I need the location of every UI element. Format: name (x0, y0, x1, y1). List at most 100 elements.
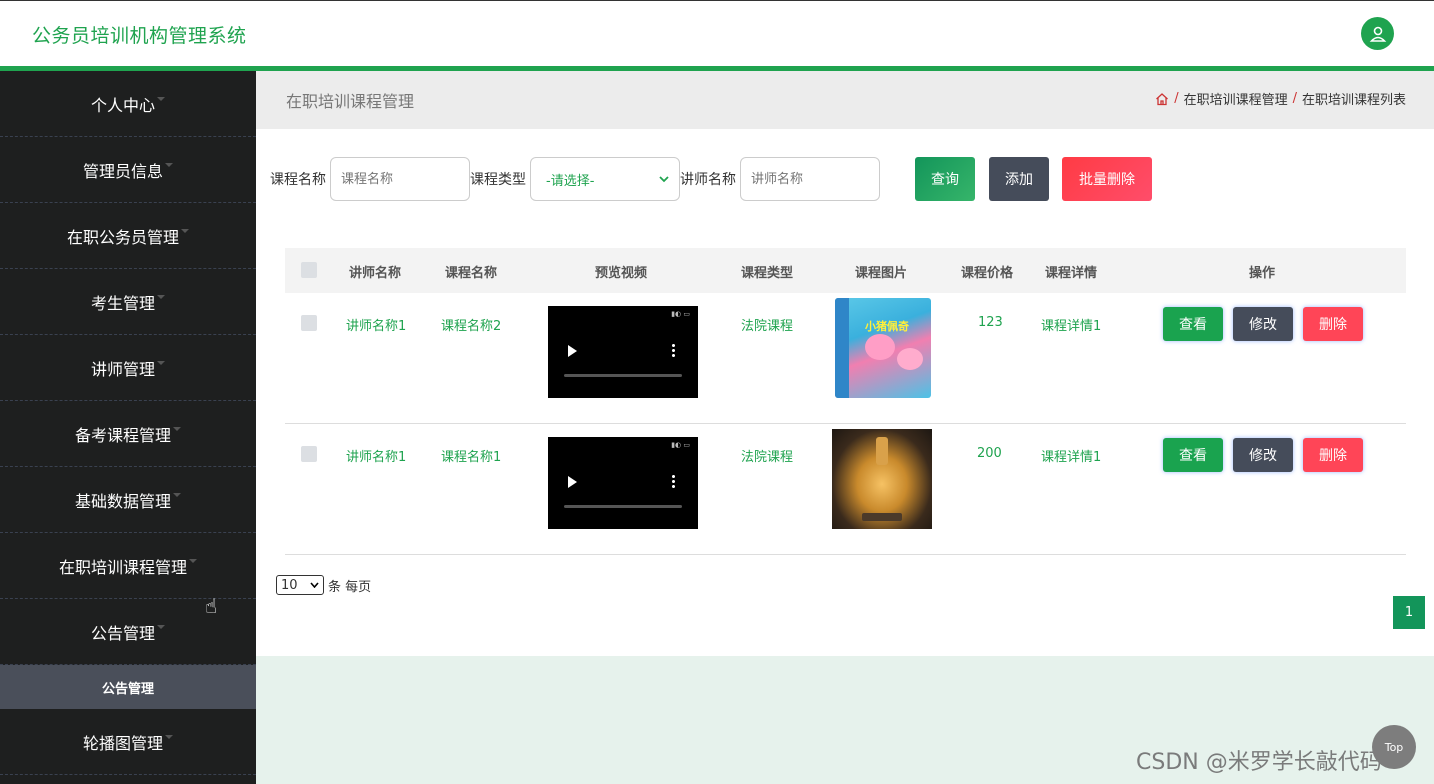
breadcrumb-separator: / (1174, 91, 1179, 106)
cell-teacher: 讲师名称1 (346, 319, 407, 334)
chevron-down-icon (310, 582, 319, 588)
caret-down-icon (181, 228, 189, 233)
col-teacher: 讲师名称 (349, 266, 402, 281)
breadcrumb: / 在职培训课程管理 / 在职培训课程列表 (1155, 89, 1406, 108)
watermark: CSDN @米罗学长敲代码 (1136, 750, 1382, 775)
edit-button[interactable]: 修改 (1233, 438, 1293, 472)
cell-detail: 课程详情1 (1041, 319, 1102, 334)
breadcrumb-separator: / (1292, 91, 1297, 106)
video-status-icons: ▮◐ ▭ (671, 310, 690, 318)
row-checkbox[interactable] (301, 315, 317, 331)
page-title: 在职培训课程管理 (286, 92, 415, 111)
sidebar-item-civil-servants[interactable]: 在职公务员管理 (0, 203, 256, 269)
caret-down-icon (157, 360, 165, 365)
sidebar-item-carousel[interactable]: 轮播图管理 (0, 709, 256, 775)
teacher-name-input[interactable] (740, 157, 880, 201)
course-name-input[interactable] (330, 157, 470, 201)
select-all-checkbox[interactable] (301, 262, 317, 278)
main-content: 在职培训课程管理 / 在职培训课程管理 / 在职培训课程列表 课程名称 课程类型… (256, 71, 1434, 784)
sidebar-item-examinees[interactable]: 考生管理 (0, 269, 256, 335)
delete-button[interactable]: 删除 (1303, 438, 1363, 472)
preview-video[interactable]: ▮◐ ▭ (548, 437, 698, 529)
sidebar-item-label: 在职公务员管理 (66, 227, 179, 247)
sidebar-item-exam-courses[interactable]: 备考课程管理 (0, 401, 256, 467)
cell-course: 课程名称1 (441, 450, 502, 465)
preview-video[interactable]: ▮◐ ▭ (548, 306, 698, 398)
play-icon[interactable] (568, 345, 577, 357)
caret-down-icon (157, 96, 165, 101)
cell-price: 200 (977, 446, 1002, 461)
delete-button[interactable]: 删除 (1303, 307, 1363, 341)
user-icon (1369, 26, 1386, 42)
page-size-control: 10 条 每页 (276, 575, 371, 595)
sidebar-item-personal-center[interactable]: 个人中心 (0, 71, 256, 137)
sidebar-item-basic-data[interactable]: 基础数据管理 (0, 467, 256, 533)
course-name-label: 课程名称 (270, 172, 326, 188)
pig-illustration (865, 334, 895, 360)
cell-detail: 课程详情1 (1041, 450, 1102, 465)
hand-cursor-icon: ☝ (205, 594, 218, 618)
sidebar-item-announcements[interactable]: 公告管理 (0, 599, 256, 665)
sidebar: 个人中心 管理员信息 在职公务员管理 考生管理 讲师管理 备考课程管理 基础数据… (0, 71, 256, 784)
view-button[interactable]: 查看 (1163, 438, 1223, 472)
course-table: 讲师名称 课程名称 预览视频 课程类型 课程图片 课程价格 课程详情 操作 讲师… (285, 248, 1406, 555)
user-avatar-icon[interactable] (1361, 17, 1394, 50)
book-spine (835, 298, 849, 398)
breadcrumb-item-course-manage[interactable]: 在职培训课程管理 (1184, 89, 1288, 108)
book-cover-title: 小猪佩奇 (865, 320, 909, 333)
cell-type: 法院课程 (741, 450, 794, 465)
video-progress-bar[interactable] (564, 505, 682, 508)
sidebar-item-admin-info[interactable]: 管理员信息 (0, 137, 256, 203)
more-vertical-icon[interactable] (672, 343, 675, 357)
course-image: 小猪佩奇 (835, 298, 931, 398)
table-row: 讲师名称1 课程名称2 ▮◐ ▭ 法院课程 小猪佩奇 123 课程详情1 查看 … (285, 293, 1406, 424)
video-status-icons: ▮◐ ▭ (671, 441, 690, 449)
view-button[interactable]: 查看 (1163, 307, 1223, 341)
back-to-top-button[interactable]: Top (1372, 725, 1416, 769)
teacher-name-label: 讲师名称 (680, 172, 736, 188)
col-detail: 课程详情 (1045, 266, 1098, 281)
col-video: 预览视频 (595, 266, 648, 281)
sidebar-item-label: 在职培训课程管理 (58, 557, 187, 577)
caret-down-icon (157, 294, 165, 299)
caret-down-icon (157, 624, 165, 629)
sidebar-item-label: 管理员信息 (82, 161, 163, 181)
sidebar-item-label: 讲师管理 (90, 359, 155, 379)
more-vertical-icon[interactable] (672, 474, 675, 488)
sidebar-item-teachers[interactable]: 讲师管理 (0, 335, 256, 401)
sidebar-item-training-courses[interactable]: 在职培训课程管理 (0, 533, 256, 599)
col-type: 课程类型 (741, 266, 794, 281)
page-header: 在职培训课程管理 / 在职培训课程管理 / 在职培训课程列表 (256, 71, 1434, 129)
chevron-down-icon (659, 176, 669, 183)
row-checkbox[interactable] (301, 446, 317, 462)
course-type-select[interactable]: -请选择- (530, 157, 680, 201)
query-button[interactable]: 查询 (915, 157, 975, 201)
course-type-label: 课程类型 (470, 172, 526, 188)
page-number-button[interactable]: 1 (1393, 596, 1425, 629)
sidebar-item-label: 轮播图管理 (82, 733, 163, 753)
caret-down-icon (165, 734, 173, 739)
page-size-select[interactable]: 10 (276, 575, 324, 595)
sidebar-subitem-announcement-manage[interactable]: 公告管理 (0, 665, 256, 709)
cell-price: 123 (978, 315, 1003, 330)
caret-down-icon (165, 162, 173, 167)
col-image: 课程图片 (855, 266, 908, 281)
home-icon[interactable] (1155, 92, 1169, 106)
app-title: 公务员培训机构管理系统 (32, 25, 247, 47)
add-button[interactable]: 添加 (989, 157, 1049, 201)
sidebar-item-label: 个人中心 (90, 95, 155, 115)
page-size-value: 10 (281, 577, 298, 593)
caret-down-icon (189, 558, 197, 563)
cell-type: 法院课程 (741, 319, 794, 334)
vase-neck (876, 437, 888, 465)
sidebar-item-label: 备考课程管理 (74, 425, 171, 445)
sidebar-item-label: 公告管理 (90, 623, 155, 643)
play-icon[interactable] (568, 476, 577, 488)
lamp-base (862, 513, 902, 521)
batch-delete-button[interactable]: 批量删除 (1062, 157, 1152, 201)
table-row: 讲师名称1 课程名称1 ▮◐ ▭ 法院课程 200 课程详情1 查看 修改 删除 (285, 424, 1406, 555)
course-image (832, 429, 932, 529)
table-header: 讲师名称 课程名称 预览视频 课程类型 课程图片 课程价格 课程详情 操作 (285, 248, 1406, 293)
edit-button[interactable]: 修改 (1233, 307, 1293, 341)
video-progress-bar[interactable] (564, 374, 682, 377)
